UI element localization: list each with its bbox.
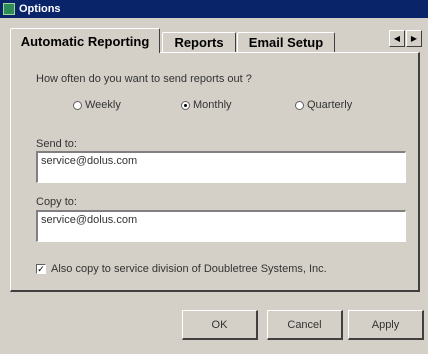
apply-button-label: Apply (371, 318, 400, 331)
tab-automatic-reporting[interactable]: Automatic Reporting (10, 28, 160, 53)
copy-to-field[interactable]: service@dolus.com (36, 210, 406, 242)
radio-weekly[interactable]: Weekly (73, 99, 121, 111)
radio-weekly-label: Weekly (85, 99, 121, 111)
tab-automatic-reporting-label: Automatic Reporting (20, 33, 150, 49)
frequency-question: How often do you want to send reports ou… (36, 73, 252, 85)
tab-scroll-right-button[interactable]: ▶ (406, 30, 422, 47)
tab-scroll-left-button[interactable]: ◀ (389, 30, 405, 47)
radio-quarterly[interactable]: Quarterly (295, 99, 352, 111)
tab-email-setup-label: Email Setup (248, 35, 324, 50)
radio-monthly-circle[interactable] (181, 100, 190, 110)
ok-button[interactable]: OK (182, 310, 258, 340)
apply-button[interactable]: Apply (348, 310, 424, 340)
window-title: Options (19, 3, 61, 15)
tab-panel-automatic-reporting: How often do you want to send reports ou… (10, 52, 420, 292)
radio-monthly-label: Monthly (193, 99, 232, 111)
app-icon (3, 3, 15, 15)
send-to-label: Send to: (36, 138, 77, 150)
chevron-left-icon: ◀ (393, 34, 401, 43)
radio-quarterly-circle[interactable] (295, 100, 304, 110)
radio-weekly-circle[interactable] (73, 100, 82, 110)
tab-email-setup[interactable]: Email Setup (237, 32, 335, 52)
also-copy-option[interactable]: ✓ Also copy to service division of Doubl… (36, 263, 327, 275)
tab-reports[interactable]: Reports (162, 32, 236, 52)
radio-quarterly-label: Quarterly (307, 99, 353, 111)
cancel-button-label: Cancel (287, 318, 322, 331)
also-copy-label: Also copy to service division of Doublet… (51, 263, 327, 275)
send-to-field[interactable]: service@dolus.com (36, 151, 406, 183)
copy-to-label: Copy to: (36, 196, 77, 208)
options-dialog: Options Automatic Reporting Reports Emai… (0, 0, 428, 354)
tab-reports-label: Reports (174, 35, 224, 50)
chevron-right-icon: ▶ (410, 34, 418, 43)
radio-monthly[interactable]: Monthly (181, 99, 232, 111)
cancel-button[interactable]: Cancel (267, 310, 343, 340)
ok-button-label: OK (211, 318, 228, 331)
also-copy-checkbox[interactable]: ✓ (36, 264, 46, 274)
title-bar[interactable]: Options (0, 0, 428, 18)
